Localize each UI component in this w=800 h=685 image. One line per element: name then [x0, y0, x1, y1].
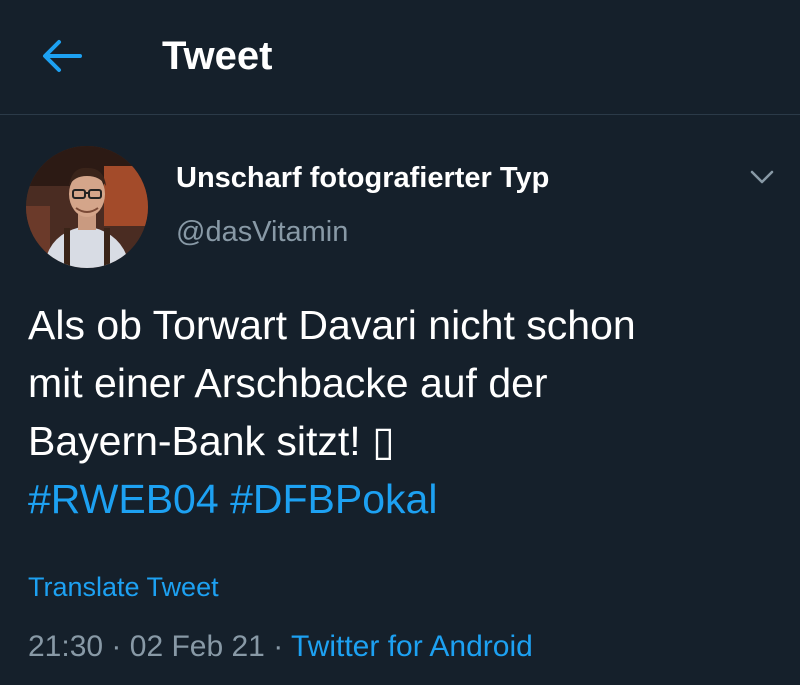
tweet-metadata: 21:30 · 02 Feb 21 · Twitter for Android [28, 628, 533, 666]
arrow-left-icon [43, 40, 82, 72]
tweet-time: 21:30 [28, 630, 104, 663]
tweet-source-link[interactable]: Twitter for Android [291, 630, 533, 663]
author-display-name[interactable]: Unscharf fotografierter Typ [176, 160, 549, 196]
profile-photo [26, 146, 148, 268]
author-handle[interactable]: @dasVitamin [176, 214, 348, 250]
translate-tweet-link[interactable]: Translate Tweet [28, 570, 219, 604]
chevron-down-icon [750, 170, 774, 184]
back-button[interactable] [40, 36, 84, 76]
hashtag-line: #RWEB04 #DFBPokal [28, 470, 788, 528]
hashtag-link[interactable]: #DFBPokal [230, 476, 437, 522]
top-app-bar: Tweet [0, 0, 800, 115]
tweet-text: Als ob Torwart Davari nicht schon mit ei… [28, 296, 788, 528]
more-options-button[interactable] [744, 162, 780, 192]
tweet-text-line: Als ob Torwart Davari nicht schon [28, 302, 636, 348]
tweet-text-line: mit einer Arschbacke auf der [28, 360, 548, 406]
page-title: Tweet [162, 34, 273, 78]
tweet-text-line: Bayern-Bank sitzt! ▯ [28, 418, 395, 464]
hashtag-link[interactable]: #RWEB04 [28, 476, 219, 522]
separator-dot: · [273, 630, 284, 663]
avatar[interactable] [26, 146, 148, 268]
tweet-date: 02 Feb 21 [129, 630, 265, 663]
separator-dot: · [111, 630, 122, 663]
